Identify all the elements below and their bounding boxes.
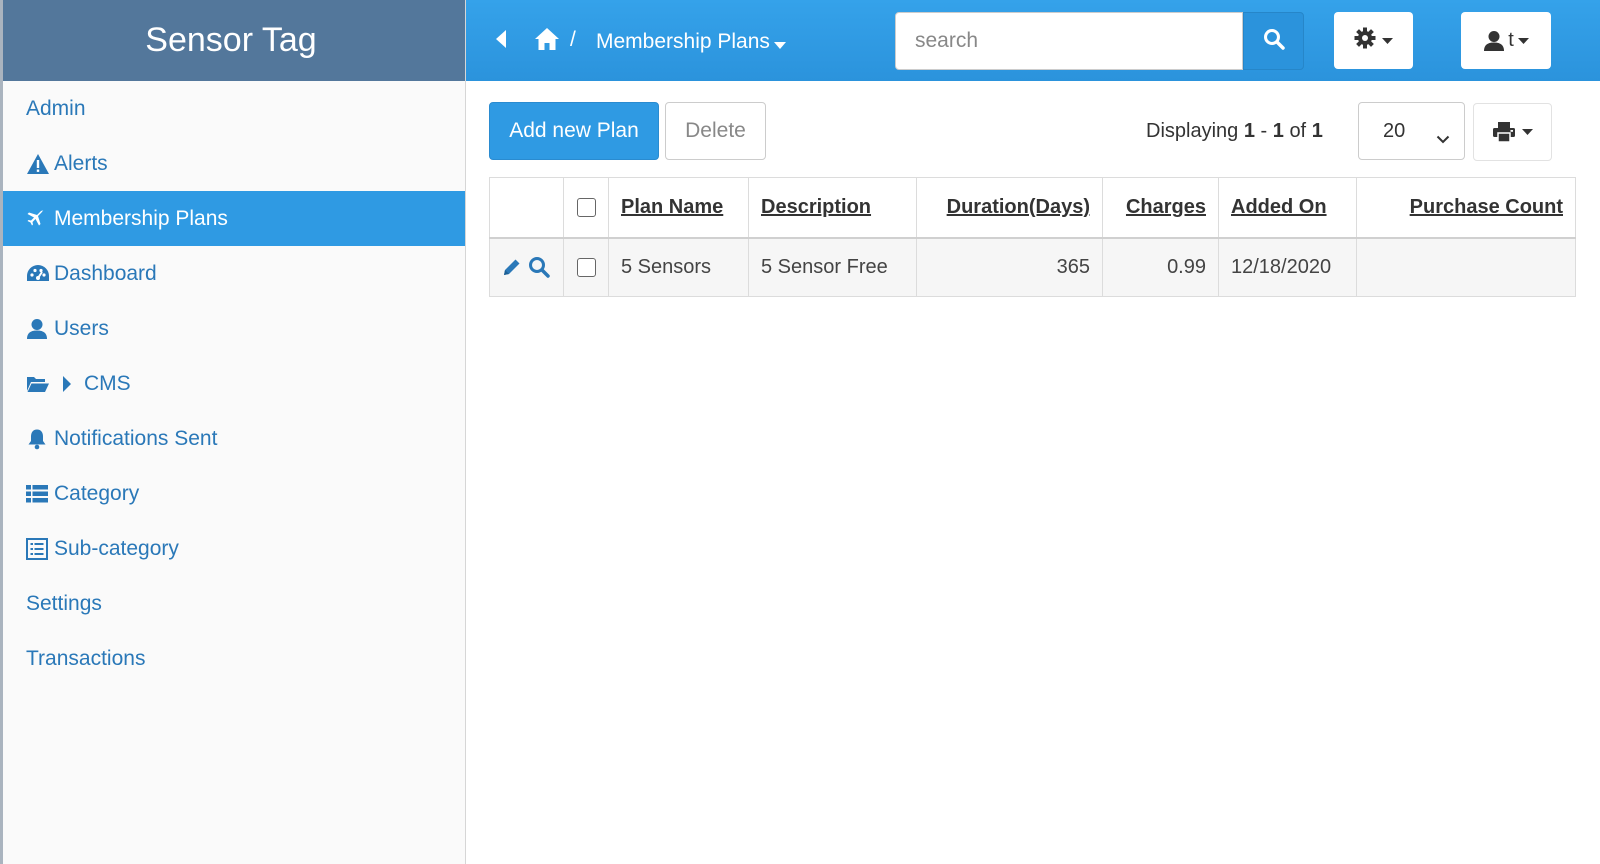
breadcrumb-separator: / <box>570 28 576 51</box>
page-size-select[interactable]: 20 <box>1358 102 1465 160</box>
chevron-down-icon <box>1436 127 1450 150</box>
breadcrumb-current-label: Membership Plans <box>596 29 770 53</box>
delete-button[interactable]: Delete <box>665 102 766 160</box>
sidebar-item-users[interactable]: Users <box>3 301 465 356</box>
sidebar-item-label: Settings <box>26 591 102 615</box>
column-header-duration[interactable]: Duration(Days) <box>916 177 1103 239</box>
column-header-description[interactable]: Description <box>748 177 917 239</box>
range-separator: - <box>1260 120 1268 142</box>
cell-description: 5 Sensor Free <box>748 237 917 297</box>
user-name: t <box>1508 29 1514 51</box>
cell-purchase-count <box>1356 237 1576 297</box>
table-row: 5 Sensors 5 Sensor Free 365 0.99 12/18/2… <box>489 237 1576 297</box>
sidebar-item-label: Notifications Sent <box>54 426 218 450</box>
print-icon <box>1492 121 1516 143</box>
dashboard-icon <box>26 262 52 286</box>
sidebar-item-label: Dashboard <box>54 261 157 285</box>
sidebar-item-label: Alerts <box>54 151 108 175</box>
folder-open-icon <box>26 372 52 396</box>
row-checkbox[interactable] <box>576 257 596 277</box>
sidebar-item-category[interactable]: Category <box>3 466 465 521</box>
plane-icon <box>26 207 52 231</box>
top-bar: / Membership Plans t <box>466 0 1600 81</box>
total-count: 1 <box>1311 120 1323 142</box>
sidebar-item-label: Users <box>54 316 109 340</box>
column-header-added-on[interactable]: Added On <box>1218 177 1357 239</box>
pagination-summary: Displaying 1 - 1 of 1 <box>1146 120 1323 143</box>
cell-added-on: 12/18/2020 <box>1218 237 1357 297</box>
sidebar-item-label: CMS <box>84 371 131 395</box>
caret-down-icon <box>1382 37 1393 44</box>
cell-charges: 0.99 <box>1102 237 1219 297</box>
sidebar-item-transactions[interactable]: Transactions <box>3 631 465 686</box>
breadcrumb-current[interactable]: Membership Plans <box>596 28 786 55</box>
column-header-plan-name[interactable]: Plan Name <box>608 177 749 239</box>
sidebar-item-alerts[interactable]: Alerts <box>3 136 465 191</box>
user-menu-button[interactable]: t <box>1461 12 1551 69</box>
range-end: 1 <box>1272 120 1284 142</box>
select-all-checkbox[interactable] <box>576 197 596 217</box>
list-icon <box>26 482 52 506</box>
plans-table: Plan Name Description Duration(Days) Cha… <box>489 177 1576 297</box>
bell-icon <box>26 427 52 451</box>
main-content: Add new Plan Delete Displaying 1 - 1 of … <box>466 81 1600 864</box>
sidebar-item-sub-category[interactable]: Sub-category <box>3 521 465 576</box>
user-icon <box>26 317 52 341</box>
sidebar-item-label: Category <box>54 481 140 505</box>
sidebar-item-label: Membership Plans <box>54 206 228 230</box>
actions-column-header <box>489 177 564 239</box>
cell-duration: 365 <box>916 237 1103 297</box>
sidebar-item-notifications-sent[interactable]: Notifications Sent <box>3 411 465 466</box>
warning-icon <box>26 152 52 176</box>
sidebar: Sensor Tag Admin Alerts Membership Plans… <box>0 0 466 864</box>
sidebar-item-label: Sub-category <box>54 536 179 560</box>
displaying-label: Displaying <box>1146 120 1239 142</box>
select-all-header <box>563 177 609 239</box>
sidebar-nav: Admin Alerts Membership Plans Dashboard … <box>3 81 465 686</box>
app-title: Sensor Tag <box>3 0 465 81</box>
page-size-value: 20 <box>1383 119 1406 142</box>
row-actions <box>489 237 564 297</box>
list-alt-icon <box>26 537 52 561</box>
settings-dropdown-button[interactable] <box>1334 12 1413 69</box>
of-label: of <box>1289 120 1307 142</box>
sidebar-item-settings[interactable]: Settings <box>3 576 465 631</box>
search-button[interactable] <box>1243 12 1304 70</box>
caret-down-icon <box>773 31 786 55</box>
sidebar-item-label: Transactions <box>26 646 146 670</box>
sidebar-item-admin[interactable]: Admin <box>3 81 465 136</box>
user-icon <box>1483 30 1505 52</box>
sidebar-item-cms[interactable]: CMS <box>3 356 465 411</box>
search-icon <box>1263 28 1285 55</box>
row-select-cell <box>563 237 609 297</box>
column-header-charges[interactable]: Charges <box>1102 177 1219 239</box>
column-header-purchase-count[interactable]: Purchase Count <box>1356 177 1576 239</box>
sidebar-item-membership-plans[interactable]: Membership Plans <box>3 191 465 246</box>
search-input[interactable] <box>895 12 1243 70</box>
view-search-icon[interactable] <box>528 256 550 278</box>
edit-icon[interactable] <box>502 257 522 277</box>
sidebar-item-label: Admin <box>26 96 86 120</box>
sidebar-item-dashboard[interactable]: Dashboard <box>3 246 465 301</box>
home-icon[interactable] <box>534 27 560 56</box>
back-icon[interactable] <box>494 29 508 54</box>
add-plan-button[interactable]: Add new Plan <box>489 102 659 160</box>
range-start: 1 <box>1243 120 1255 142</box>
print-dropdown-button[interactable] <box>1473 103 1552 161</box>
caret-right-icon[interactable] <box>62 375 72 393</box>
table-header-row: Plan Name Description Duration(Days) Cha… <box>489 177 1576 239</box>
cell-plan-name: 5 Sensors <box>608 237 749 297</box>
gear-icon <box>1354 27 1376 54</box>
caret-down-icon <box>1517 37 1529 44</box>
caret-down-icon <box>1522 129 1533 135</box>
